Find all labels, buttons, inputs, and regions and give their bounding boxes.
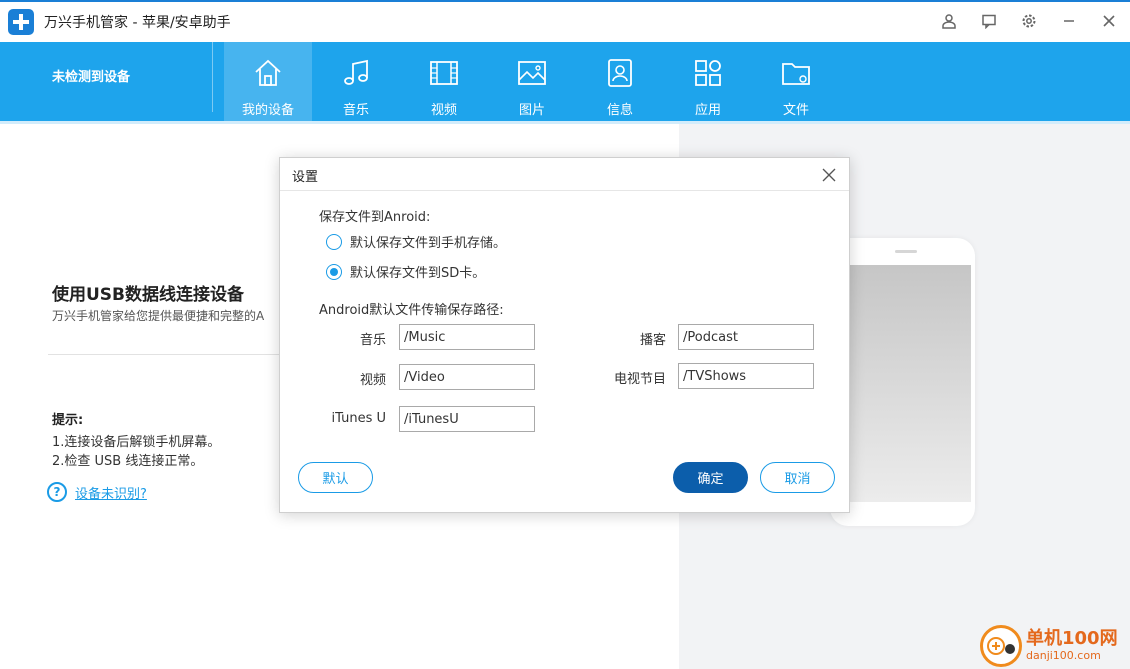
dialog-close-icon[interactable] <box>821 167 837 183</box>
music-path-label: 音乐 <box>359 333 386 348</box>
divider <box>48 354 280 355</box>
contacts-icon <box>603 56 637 90</box>
tab-label: 音乐 <box>342 103 369 118</box>
phone-speaker <box>895 250 917 253</box>
tab-apps[interactable]: 应用 <box>664 42 752 121</box>
tab-label: 信息 <box>606 103 633 118</box>
radio-sd-card[interactable]: 默认保存文件到SD卡。 <box>326 262 485 281</box>
account-icon[interactable] <box>938 10 960 32</box>
dialog-title: 设置 <box>292 170 319 185</box>
device-help-row: ? 设备未识别? <box>47 482 147 502</box>
tab-files[interactable]: 文件 <box>752 42 840 121</box>
settings-dialog: 设置 保存文件到Anroid: 默认保存文件到手机存储。 默认保存文件到SD卡。… <box>279 157 850 513</box>
tvshows-path-label: 电视节目 <box>613 372 666 387</box>
podcast-path-label: 播客 <box>639 333 666 348</box>
main-navbar: 未检测到设备 我的设备 音乐 视频 图片 信息 应用 文件 <box>0 42 1130 121</box>
dialog-divider <box>280 190 849 191</box>
watermark-logo-icon <box>980 625 1022 667</box>
nav-divider <box>212 42 213 112</box>
itunesu-path-input[interactable] <box>399 406 535 432</box>
podcast-path-input[interactable] <box>678 324 814 350</box>
tab-label: 图片 <box>518 103 545 118</box>
tip-line: 1.连接设备后解锁手机屏幕。 <box>52 435 221 450</box>
tab-music[interactable]: 音乐 <box>312 42 400 121</box>
connect-description: 万兴手机管家给您提供最便捷和完整的A <box>52 309 265 323</box>
cancel-button[interactable]: 取消 <box>760 462 835 493</box>
minimize-icon[interactable] <box>1058 10 1080 32</box>
ok-button[interactable]: 确定 <box>673 462 748 493</box>
feedback-icon[interactable] <box>978 10 1000 32</box>
music-path-input[interactable] <box>399 324 535 350</box>
device-status: 未检测到设备 <box>52 70 131 85</box>
connect-title: 使用USB数据线连接设备 <box>52 285 245 305</box>
radio-phone-storage[interactable]: 默认保存文件到手机存储。 <box>326 232 506 251</box>
tab-label: 文件 <box>782 103 809 118</box>
path-section-label: Android默认文件传输保存路径: <box>319 303 504 318</box>
watermark-text: 单机100网 danji100.com <box>1026 629 1118 663</box>
watermark-cn: 单机100网 <box>1026 628 1118 649</box>
tab-label: 视频 <box>430 103 457 118</box>
itunesu-path-label: iTunes U <box>331 411 386 426</box>
tab-messages[interactable]: 信息 <box>576 42 664 121</box>
video-path-input[interactable] <box>399 364 535 390</box>
nav-tabs: 我的设备 音乐 视频 图片 信息 应用 文件 <box>224 42 840 121</box>
photo-icon <box>515 56 549 90</box>
watermark: 单机100网 danji100.com <box>980 625 1118 667</box>
phone-screen <box>842 265 971 502</box>
app-logo-icon <box>8 9 34 35</box>
video-path-label: 视频 <box>359 373 386 388</box>
tvshows-path-input[interactable] <box>678 363 814 389</box>
tip-line: 2.检查 USB 线连接正常。 <box>52 454 204 469</box>
tab-my-device[interactable]: 我的设备 <box>224 42 312 121</box>
tips-title: 提示: <box>52 413 84 428</box>
radio-label: 默认保存文件到SD卡。 <box>350 266 486 281</box>
settings-icon[interactable] <box>1018 10 1040 32</box>
close-icon[interactable] <box>1098 10 1120 32</box>
tab-photos[interactable]: 图片 <box>488 42 576 121</box>
window-controls <box>938 10 1120 32</box>
app-title: 万兴手机管家 - 苹果/安卓助手 <box>44 15 231 31</box>
tab-label: 应用 <box>694 103 721 118</box>
music-icon <box>339 56 373 90</box>
tab-label: 我的设备 <box>241 103 294 118</box>
default-button[interactable]: 默认 <box>298 462 373 493</box>
tab-video[interactable]: 视频 <box>400 42 488 121</box>
question-icon[interactable]: ? <box>47 482 67 502</box>
folder-icon <box>779 56 813 90</box>
radio-button[interactable] <box>326 263 342 280</box>
save-location-label: 保存文件到Anroid: <box>319 210 431 225</box>
watermark-en: danji100.com <box>1026 649 1101 662</box>
device-not-recognized-link[interactable]: 设备未识别? <box>75 483 147 502</box>
radio-label: 默认保存文件到手机存储。 <box>350 236 507 251</box>
title-bar: 万兴手机管家 - 苹果/安卓助手 <box>0 0 1130 42</box>
video-icon <box>427 56 461 90</box>
radio-button[interactable] <box>326 233 342 250</box>
home-icon <box>251 56 285 90</box>
apps-icon <box>691 56 725 90</box>
